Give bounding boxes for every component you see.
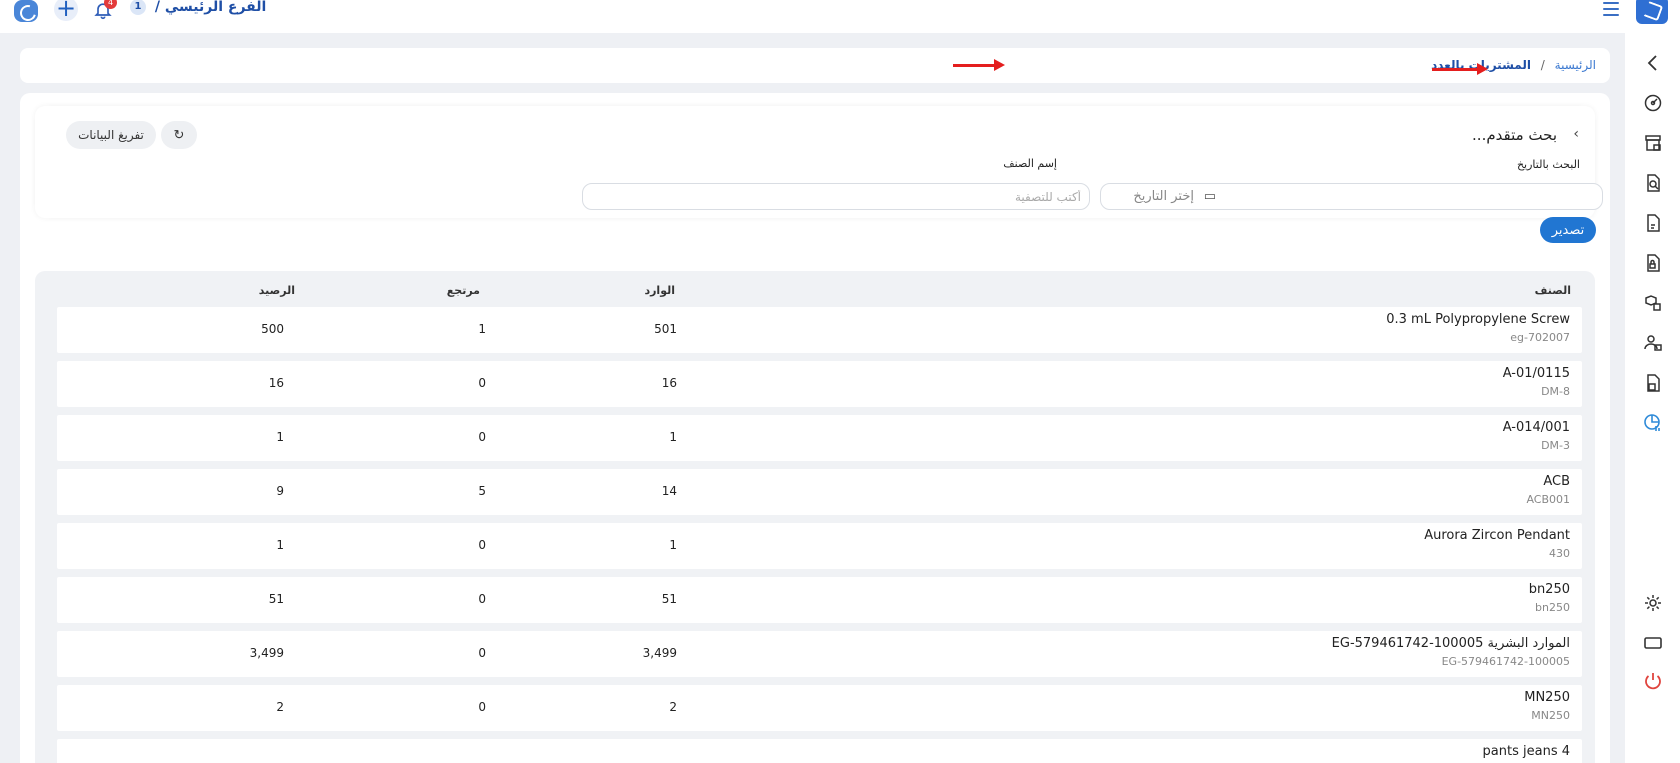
- item-name: bn250: [1528, 582, 1570, 597]
- app-logo-small[interactable]: [14, 0, 38, 22]
- item-code: eg-702007: [1510, 331, 1570, 344]
- sidebar: [1625, 33, 1680, 763]
- advanced-search-title[interactable]: بحث متقدم...: [1472, 126, 1557, 144]
- app-logo[interactable]: [1636, 0, 1668, 24]
- reset-button[interactable]: تفريغ البيانات: [66, 121, 156, 149]
- item-code: DM-3: [1541, 439, 1570, 452]
- breadcrumb-separator: /: [1540, 58, 1545, 72]
- balance-value: 3,499: [249, 646, 284, 660]
- purchases-table: الصنف الوارد مرتجع الرصيد 0.3 mL Polypro…: [35, 271, 1595, 763]
- incoming-value: 501: [654, 322, 677, 336]
- incoming-value: 1: [669, 538, 677, 552]
- incoming-value: 2: [669, 700, 677, 714]
- annotation-arrow-item: [953, 59, 1005, 71]
- store-icon[interactable]: [1643, 133, 1663, 153]
- add-button[interactable]: +: [54, 0, 78, 21]
- screen-icon[interactable]: [1643, 633, 1663, 653]
- item-code: MN250: [1531, 709, 1570, 722]
- returned-value: 0: [478, 700, 486, 714]
- notification-badge: 4: [104, 0, 117, 9]
- table-row[interactable]: EG-579461742-100005 الموارد البشرية EG-5…: [57, 631, 1582, 677]
- branch-selector[interactable]: الفرع الرئيسي / 1: [130, 0, 266, 15]
- item-name: EG-579461742-100005 الموارد البشرية: [1331, 636, 1570, 651]
- balance-value: 1: [276, 538, 284, 552]
- main-card: ‹ بحث متقدم... ↻ تفريغ البيانات البحث با…: [20, 93, 1610, 763]
- header-returned[interactable]: مرتجع: [447, 284, 480, 297]
- item-code: DM-8: [1541, 385, 1570, 398]
- incoming-value: 1: [669, 430, 677, 444]
- item-code: EG-579461742-100005: [1441, 655, 1570, 668]
- returned-value: 1: [478, 322, 486, 336]
- lock-doc-icon[interactable]: [1643, 253, 1663, 273]
- boxes-icon[interactable]: [1643, 293, 1663, 313]
- table-row[interactable]: ACB ACB001 14 5 9: [57, 469, 1582, 515]
- table-row[interactable]: 0.3 mL Polypropylene Screw eg-702007 501…: [57, 307, 1582, 353]
- item-code: bn250: [1535, 601, 1570, 614]
- item-name: Aurora Zircon Pendant: [1424, 528, 1570, 543]
- table-row[interactable]: MN250 MN250 2 0 2: [57, 685, 1582, 731]
- header-item[interactable]: الصنف: [1535, 284, 1571, 297]
- calendar-icon: ▭: [1203, 189, 1216, 204]
- returned-value: 0: [478, 430, 486, 444]
- item-filter-field[interactable]: [582, 183, 1090, 210]
- branch-number-badge: 1: [130, 0, 146, 15]
- menu-icon[interactable]: [1603, 2, 1619, 16]
- item-name: A-01/0115: [1502, 366, 1570, 381]
- export-button[interactable]: تصدير: [1540, 217, 1596, 243]
- breadcrumb-card: الرئيسية / المشتريات بالعدد: [20, 48, 1610, 83]
- item-filter-input[interactable]: [601, 187, 1081, 207]
- returned-value: 0: [478, 538, 486, 552]
- users-icon[interactable]: [1643, 333, 1663, 353]
- advanced-search-panel: ‹ بحث متقدم... ↻ تفريغ البيانات البحث با…: [35, 106, 1603, 218]
- balance-value: 9: [276, 484, 284, 498]
- incoming-value: 51: [661, 592, 677, 606]
- table-row[interactable]: Aurora Zircon Pendant 430 1 0 1: [57, 523, 1582, 569]
- power-icon[interactable]: [1643, 671, 1663, 691]
- header-incoming[interactable]: الوارد: [644, 284, 675, 297]
- balance-value: 500: [261, 322, 284, 336]
- date-label: البحث بالتاريخ: [1516, 158, 1580, 171]
- table-row[interactable]: A-01/0115 DM-8 16 0 16: [57, 361, 1582, 407]
- table-row[interactable]: pants jeans 4: [57, 739, 1582, 763]
- item-name-label: إسم الصنف: [1003, 157, 1057, 170]
- dashboard-icon[interactable]: [1643, 93, 1663, 113]
- annotation-arrow-date: [1432, 63, 1488, 75]
- chevron-left-icon[interactable]: [1643, 53, 1663, 73]
- date-picker-field[interactable]: إختر التاريخ ▭: [1100, 183, 1603, 210]
- returned-value: 0: [478, 376, 486, 390]
- chevron-left-icon[interactable]: ‹: [1573, 126, 1579, 142]
- top-bar: + 4 الفرع الرئيسي / 1: [0, 0, 1680, 33]
- balance-value: 16: [268, 376, 284, 390]
- incoming-value: 16: [661, 376, 677, 390]
- incoming-value: 3,499: [642, 646, 677, 660]
- search-doc-icon[interactable]: [1643, 173, 1663, 193]
- date-placeholder: إختر التاريخ: [1133, 189, 1194, 204]
- chart-report-icon[interactable]: [1643, 413, 1663, 433]
- header-balance[interactable]: الرصيد: [259, 284, 295, 297]
- incoming-value: 14: [661, 484, 677, 498]
- table-row[interactable]: A-014/001 DM-3 1 0 1: [57, 415, 1582, 461]
- returned-value: 0: [478, 646, 486, 660]
- item-name: pants jeans 4: [1482, 744, 1570, 759]
- invoice-icon[interactable]: [1643, 213, 1663, 233]
- report-icon[interactable]: [1643, 373, 1663, 393]
- branch-label: الفرع الرئيسي /: [154, 0, 267, 15]
- refresh-button[interactable]: ↻: [161, 121, 197, 149]
- table-row[interactable]: bn250 bn250 51 0 51: [57, 577, 1582, 623]
- item-code: ACB001: [1526, 493, 1570, 506]
- balance-value: 1: [276, 430, 284, 444]
- breadcrumb-home-link[interactable]: الرئيسية: [1555, 58, 1596, 72]
- item-name: ACB: [1543, 474, 1570, 489]
- item-code: 430: [1549, 547, 1570, 560]
- settings-icon[interactable]: [1643, 593, 1663, 613]
- returned-value: 5: [478, 484, 486, 498]
- balance-value: 51: [268, 592, 284, 606]
- item-name: 0.3 mL Polypropylene Screw: [1386, 312, 1570, 327]
- balance-value: 2: [276, 700, 284, 714]
- returned-value: 0: [478, 592, 486, 606]
- item-name: MN250: [1524, 690, 1570, 705]
- item-name: A-014/001: [1502, 420, 1570, 435]
